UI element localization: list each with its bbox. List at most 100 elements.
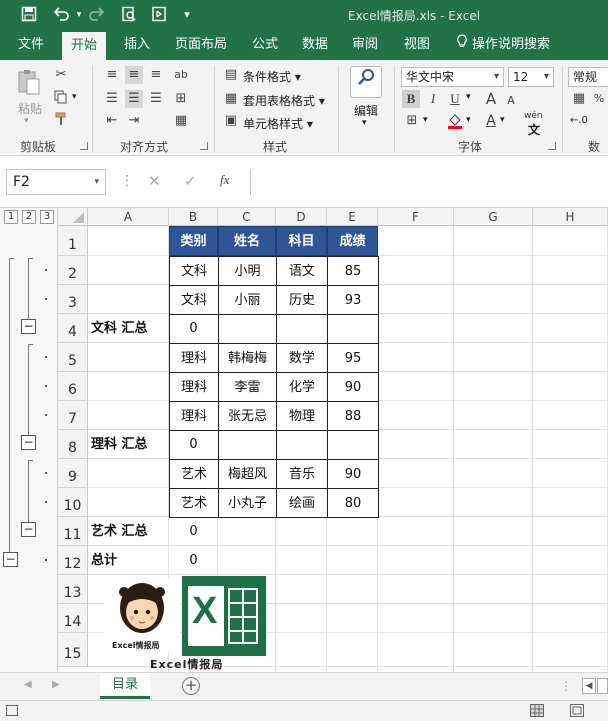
row-header-2[interactable]: 2: [58, 256, 88, 285]
table-header-cell[interactable]: 姓名: [218, 226, 276, 256]
column-header-h[interactable]: H: [533, 208, 608, 226]
subtotal-value[interactable]: 0: [169, 314, 218, 343]
collapse-group-1-button[interactable]: −: [21, 319, 36, 334]
touch-mode-icon[interactable]: [150, 6, 168, 24]
macro-record-icon[interactable]: [6, 705, 18, 716]
format-painter-icon[interactable]: [52, 112, 70, 130]
align-center-icon[interactable]: ☰: [125, 90, 143, 108]
align-top-icon[interactable]: ≡: [103, 66, 121, 84]
collapse-group-3-button[interactable]: −: [21, 522, 36, 537]
worksheet-grid[interactable]: 1 2 3 ABCDEFGH 1 2 3 4 5 6 7 8 9 10 11 12 13 14 15 − − −…: [0, 208, 608, 672]
fill-color-dropdown-icon[interactable]: ▾: [466, 115, 471, 125]
underline-dropdown-icon[interactable]: ▾: [466, 92, 471, 102]
name-box[interactable]: F2 ▾: [6, 169, 106, 195]
table-cell[interactable]: 李雷: [218, 372, 277, 402]
table-cell[interactable]: 理科: [169, 401, 219, 431]
row-header-15[interactable]: 15: [58, 633, 88, 667]
decrease-indent-icon[interactable]: ⇤: [103, 112, 121, 130]
table-cell[interactable]: 90: [327, 372, 379, 402]
paste-dropdown-icon[interactable]: ▾: [24, 116, 29, 126]
subtotal-value[interactable]: 0: [169, 546, 218, 575]
row-header-6[interactable]: 6: [58, 372, 88, 401]
scroll-left-icon[interactable]: ◀: [582, 678, 596, 694]
table-cell[interactable]: [276, 314, 328, 344]
accounting-format-icon[interactable]: ▦: [570, 90, 588, 108]
align-middle-icon[interactable]: ≡: [125, 66, 143, 84]
prev-sheet-icon[interactable]: ◀: [24, 679, 32, 690]
table-cell[interactable]: [327, 430, 379, 460]
next-sheet-icon[interactable]: ▶: [52, 679, 60, 690]
font-size-select[interactable]: 12 ▾: [508, 67, 554, 87]
row-header-7[interactable]: 7: [58, 401, 88, 430]
horizontal-scrollbar[interactable]: [597, 678, 608, 694]
subtotal-label[interactable]: 文科 汇总: [91, 314, 148, 343]
table-cell[interactable]: 93: [327, 285, 379, 315]
subtotal-value[interactable]: 0: [169, 430, 218, 459]
number-format-select[interactable]: 常规: [568, 67, 608, 87]
row-header-4[interactable]: 4: [58, 314, 88, 343]
decrease-font-button[interactable]: A: [502, 92, 520, 110]
row-header-3[interactable]: 3: [58, 285, 88, 314]
increase-indent-icon[interactable]: ⇥: [125, 112, 143, 130]
table-cell[interactable]: 张无忌: [218, 401, 277, 431]
table-cell[interactable]: 绘画: [276, 488, 328, 518]
column-header-b[interactable]: B: [169, 208, 218, 226]
tab-view[interactable]: 视图: [402, 30, 432, 60]
column-header-c[interactable]: C: [218, 208, 276, 226]
table-cell[interactable]: 数学: [276, 343, 328, 373]
row-header-14[interactable]: 14: [58, 604, 88, 633]
orientation-icon[interactable]: ab: [172, 66, 190, 84]
tab-insert[interactable]: 插入: [122, 30, 152, 60]
table-cell[interactable]: 语文: [276, 256, 328, 286]
conditional-format-icon[interactable]: ▤: [222, 66, 240, 84]
outline-level-1-button[interactable]: 1: [4, 210, 18, 224]
collapse-total-button[interactable]: −: [3, 552, 18, 567]
formula-input[interactable]: [250, 169, 608, 195]
table-cell[interactable]: 化学: [276, 372, 328, 402]
formula-bar-grip-icon[interactable]: ⋮: [120, 173, 134, 189]
table-cell[interactable]: 文科: [169, 256, 219, 286]
tell-me-search[interactable]: 操作说明搜索: [456, 30, 552, 60]
row-header-11[interactable]: 11: [58, 517, 88, 546]
alignment-launcher-icon[interactable]: [200, 142, 208, 150]
increase-font-button[interactable]: A: [482, 90, 500, 108]
tab-review[interactable]: 审阅: [350, 30, 380, 60]
fill-color-icon[interactable]: [446, 112, 464, 130]
page-layout-view-icon[interactable]: [570, 704, 584, 717]
name-box-dropdown-icon[interactable]: ▾: [94, 170, 99, 194]
table-header-cell[interactable]: 类别: [169, 226, 218, 256]
conditional-format-button[interactable]: 条件格式 ▾: [243, 68, 301, 85]
align-bottom-icon[interactable]: ≡: [147, 66, 165, 84]
subtotal-label[interactable]: 理科 汇总: [91, 430, 148, 459]
insert-function-button[interactable]: fx: [220, 172, 229, 188]
row-header-8[interactable]: 8: [58, 430, 88, 459]
table-cell[interactable]: 95: [327, 343, 379, 373]
tab-home[interactable]: 开始: [62, 32, 107, 60]
row-header-12[interactable]: 12: [58, 546, 88, 575]
cell-styles-button[interactable]: 单元格样式 ▾: [243, 115, 313, 132]
select-all-button[interactable]: [58, 208, 88, 226]
normal-view-icon[interactable]: [530, 704, 544, 717]
table-cell[interactable]: 历史: [276, 285, 328, 315]
editing-dropdown-icon[interactable]: ▾: [362, 118, 367, 128]
font-color-dropdown-icon[interactable]: ▾: [500, 115, 505, 125]
outline-level-3-button[interactable]: 3: [40, 210, 54, 224]
table-header-cell[interactable]: 科目: [276, 226, 327, 256]
borders-icon[interactable]: ⊞: [403, 112, 421, 130]
cut-icon[interactable]: ✂: [52, 66, 70, 84]
outline-level-2-button[interactable]: 2: [22, 210, 36, 224]
borders-dropdown-icon[interactable]: ▾: [423, 115, 428, 125]
table-cell[interactable]: 文科: [169, 285, 219, 315]
tab-page-layout[interactable]: 页面布局: [173, 30, 229, 60]
clipboard-launcher-icon[interactable]: [80, 142, 88, 150]
table-cell[interactable]: 80: [327, 488, 379, 518]
paste-icon[interactable]: [16, 68, 42, 95]
table-cell[interactable]: 音乐: [276, 459, 328, 489]
row-header-10[interactable]: 10: [58, 488, 88, 517]
undo-icon[interactable]: [52, 6, 70, 24]
align-left-icon[interactable]: ☰: [103, 90, 121, 108]
cancel-icon[interactable]: ✕: [148, 172, 161, 190]
font-name-select[interactable]: 华文中宋 ▾: [401, 67, 504, 87]
table-cell[interactable]: [218, 430, 277, 460]
sheet-bar-grip-icon[interactable]: ⋮: [560, 679, 572, 693]
